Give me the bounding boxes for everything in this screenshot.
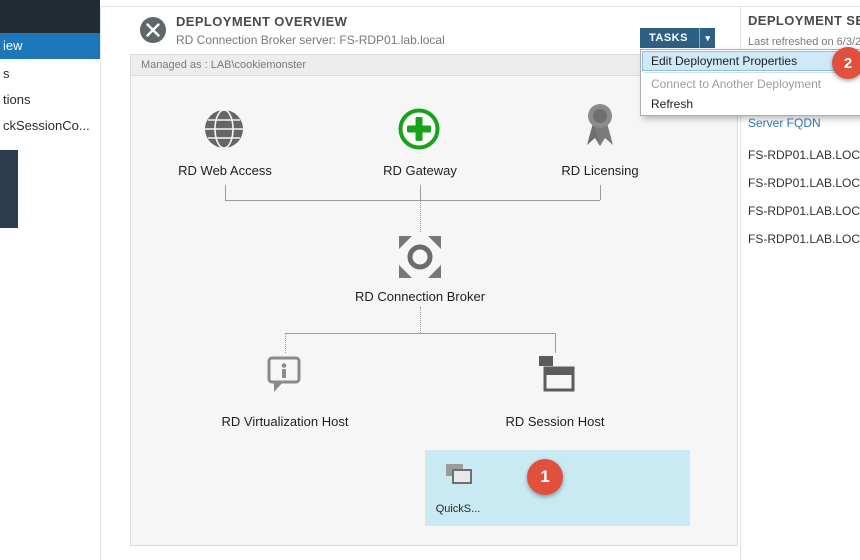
panel-left-divider — [100, 6, 101, 560]
tasks-button-label: TASKS — [640, 32, 699, 44]
connector-line-dotted — [420, 307, 421, 333]
rd-connection-broker-label: RD Connection Broker — [320, 289, 520, 304]
panel-top-divider — [100, 6, 860, 7]
sidebar-item-servers[interactable]: s — [0, 61, 100, 86]
rd-licensing-icon[interactable] — [578, 101, 622, 151]
sidebar-item-quicksessioncollection[interactable]: ckSessionCo... — [0, 113, 100, 138]
connector-line — [225, 185, 226, 200]
page-subtitle: RD Connection Broker server: FS-RDP01.la… — [176, 33, 445, 47]
sidebar-item-overview[interactable]: iew — [0, 33, 100, 59]
server-row[interactable]: FS-RDP01.LAB.LOCAL — [748, 176, 860, 190]
menu-item-connect-to-another-deployment: Connect to Another Deployment — [642, 74, 860, 94]
column-header-server-fqdn[interactable]: Server FQDN — [748, 116, 821, 130]
session-collection-icon — [443, 461, 475, 489]
rd-session-host-icon[interactable] — [532, 351, 578, 397]
deployment-servers-title: DEPLOYMENT SERVERS — [748, 13, 860, 28]
rd-session-host-label: RD Session Host — [475, 414, 635, 429]
server-row[interactable]: FS-RDP01.LAB.LOCAL — [748, 232, 860, 246]
rd-licensing-label: RD Licensing — [525, 163, 675, 178]
server-row[interactable]: FS-RDP01.LAB.LOCAL — [748, 204, 860, 218]
annotation-badge-2: 2 — [832, 47, 860, 79]
tasks-button[interactable]: TASKS ▾ — [640, 28, 715, 48]
connector-line — [600, 185, 601, 200]
connector-line — [225, 200, 600, 201]
deployment-overview-icon — [139, 16, 167, 44]
annotation-badge-1: 1 — [527, 459, 563, 495]
rd-virtualization-host-label: RD Virtualization Host — [185, 414, 385, 429]
rd-virtualization-host-icon[interactable] — [263, 353, 305, 395]
connector-line — [420, 185, 421, 200]
rd-gateway-label: RD Gateway — [345, 163, 495, 178]
connector-line-dotted — [285, 333, 286, 353]
rd-connection-broker-icon[interactable] — [395, 232, 445, 282]
last-refreshed-text: Last refreshed on 6/3/2016 — [748, 36, 860, 48]
sidebar-item-collections[interactable]: tions — [0, 87, 100, 112]
menu-item-refresh[interactable]: Refresh — [642, 94, 860, 114]
rd-web-access-label: RD Web Access — [150, 163, 300, 178]
rd-web-access-icon[interactable] — [201, 106, 247, 152]
connector-line — [555, 333, 556, 353]
page-title: DEPLOYMENT OVERVIEW — [176, 14, 347, 29]
rd-gateway-add-icon[interactable] — [396, 106, 442, 152]
chevron-down-icon: ▾ — [699, 28, 715, 48]
rds-deployment-overview-window: iew s tions ckSessionCo... DEPLOYMENT OV… — [0, 0, 860, 560]
menu-item-edit-deployment-properties[interactable]: Edit Deployment Properties — [642, 51, 860, 71]
session-collection-label: QuickS... — [426, 503, 490, 515]
tasks-dropdown-menu: Edit Deployment Properties Connect to An… — [640, 49, 860, 116]
menu-separator — [644, 72, 860, 73]
connector-line — [285, 333, 555, 334]
server-row[interactable]: FS-RDP01.LAB.LOCAL — [748, 148, 860, 162]
connector-line-dotted — [420, 200, 421, 232]
nav-edge-strip — [0, 150, 18, 228]
nav-header-block — [0, 0, 100, 33]
